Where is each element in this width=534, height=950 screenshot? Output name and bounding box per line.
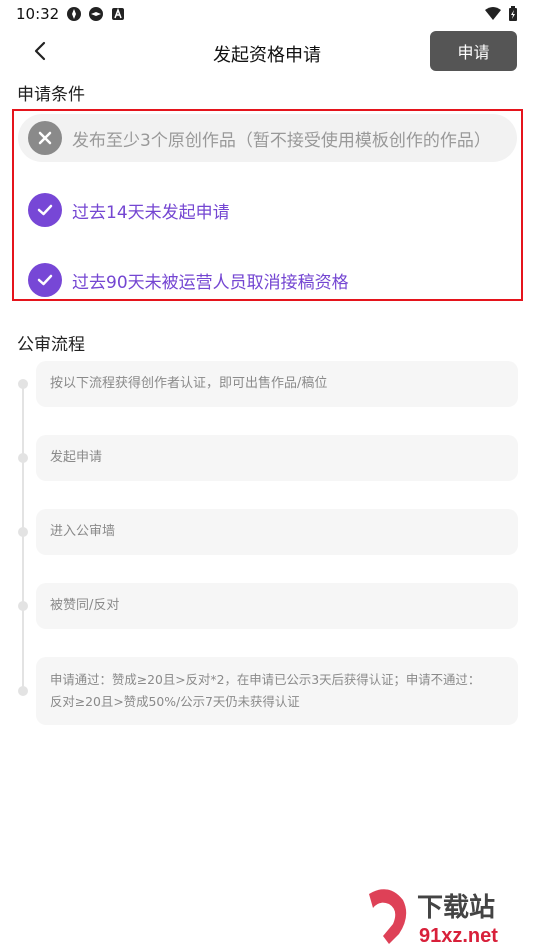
review-step-card: 发起申请 (36, 435, 518, 481)
review-step-card: 被赞同/反对 (36, 583, 518, 629)
review-step-card: 按以下流程获得创作者认证，即可出售作品/稿位 (36, 361, 518, 407)
timeline-dot (18, 527, 28, 537)
condition-text: 过去90天未被运营人员取消接稿资格 (72, 272, 349, 293)
nav-bar: 发起资格申请 申请 (0, 28, 534, 76)
condition-item: 过去90天未被运营人员取消接稿资格 (18, 256, 517, 304)
review-step-text: 被赞同/反对 (50, 598, 120, 613)
status-time: 10:32 (16, 5, 60, 23)
review-step-text: 发起申请 (50, 450, 103, 465)
close-icon (28, 121, 62, 155)
app-notification-icon (89, 7, 103, 21)
watermark-domain: 91xz.net (419, 925, 498, 946)
site-watermark: 下载站 91xz.net (359, 886, 524, 947)
conditions-title: 申请条件 (17, 85, 85, 105)
review-process-title: 公审流程 (17, 335, 85, 355)
condition-text: 过去14天未发起申请 (72, 202, 230, 223)
wifi-icon (485, 7, 501, 20)
watermark-brand: 下载站 (417, 892, 495, 922)
check-icon (28, 263, 62, 297)
apply-button[interactable]: 申请 (430, 31, 517, 71)
notification-icons (66, 6, 126, 22)
system-icons (484, 6, 518, 22)
app-notification-icon (67, 7, 81, 21)
timeline-dot (18, 601, 28, 611)
review-rule-line: 反对≥20且>赞成50%/公示7天仍未获得认证 (50, 694, 300, 709)
watermark-logo-icon: 下载站 91xz.net (369, 889, 498, 947)
status-bar: 10:32 (0, 0, 534, 28)
check-icon (28, 193, 62, 227)
condition-item: 发布至少3个原创作品（暂不接受使用模板创作的作品） (18, 114, 517, 162)
timeline-dot (18, 453, 28, 463)
review-step-text: 进入公审墙 (50, 524, 116, 539)
condition-item: 过去14天未发起申请 (18, 186, 517, 234)
review-step-card: 申请通过：赞成≥20且>反对*2，在申请已公示3天后获得认证；申请不通过： 反对… (36, 657, 518, 725)
condition-text: 发布至少3个原创作品（暂不接受使用模板创作的作品） (72, 130, 491, 151)
a-badge-icon (112, 7, 124, 20)
conditions-highlight-box: 发布至少3个原创作品（暂不接受使用模板创作的作品） 过去14天未发起申请 过去9… (12, 109, 523, 301)
battery-icon (509, 6, 517, 21)
review-rule-line: 申请通过：赞成≥20且>反对*2，在申请已公示3天后获得认证；申请不通过： (50, 672, 481, 687)
review-step-card: 进入公审墙 (36, 509, 518, 555)
timeline-dot (18, 686, 28, 696)
review-step-text: 按以下流程获得创作者认证，即可出售作品/稿位 (50, 376, 328, 391)
timeline-dot (18, 379, 28, 389)
